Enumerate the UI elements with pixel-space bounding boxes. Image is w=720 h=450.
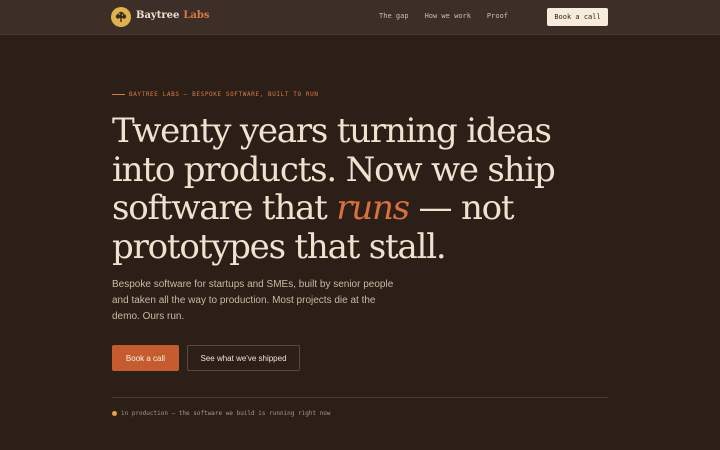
nav-book-call-button[interactable]: Book a call (547, 8, 608, 26)
hero-headline: Twenty years turning ideas into products… (112, 112, 672, 266)
divider (112, 397, 608, 398)
headline-line-4: prototypes that stall. (112, 226, 447, 267)
top-nav: Baytree Labs The gap How we work Proof Bo… (0, 0, 720, 35)
brand-name[interactable]: Baytree Labs (136, 10, 210, 21)
eyebrow-dash (112, 94, 125, 95)
status-line: in production — the software we build is… (112, 410, 331, 417)
brand-primary: Baytree (136, 10, 180, 21)
nav-link-proof[interactable]: Proof (487, 12, 508, 20)
headline-line-2: into products. Now we ship (112, 149, 556, 190)
headline-accent: runs (336, 188, 410, 228)
brand-secondary: Labs (183, 10, 210, 21)
headline-line-3-before: software that (112, 188, 337, 228)
headline-line-3: software that runs — not (112, 189, 672, 228)
status-text: in production — the software we build is… (121, 410, 331, 417)
see-shipped-button[interactable]: See what we've shipped (187, 345, 300, 371)
book-call-button[interactable]: Book a call (112, 345, 179, 371)
nav-links: The gap How we work Proof (379, 12, 508, 20)
eyebrow: BAYTREE LABS — BESPOKE SOFTWARE, BUILT T… (112, 91, 319, 98)
tree-icon[interactable] (111, 7, 131, 27)
headline-line-1: Twenty years turning ideas (112, 111, 552, 151)
nav-link-how-we-work[interactable]: How we work (425, 12, 471, 20)
nav-link-the-gap[interactable]: The gap (379, 12, 409, 20)
eyebrow-text: BAYTREE LABS — BESPOKE SOFTWARE, BUILT T… (129, 91, 319, 98)
headline-line-3-after: — not (408, 188, 515, 228)
hero-subheading: Bespoke software for startups and SMEs, … (112, 279, 394, 322)
status-dot-icon (112, 411, 117, 416)
